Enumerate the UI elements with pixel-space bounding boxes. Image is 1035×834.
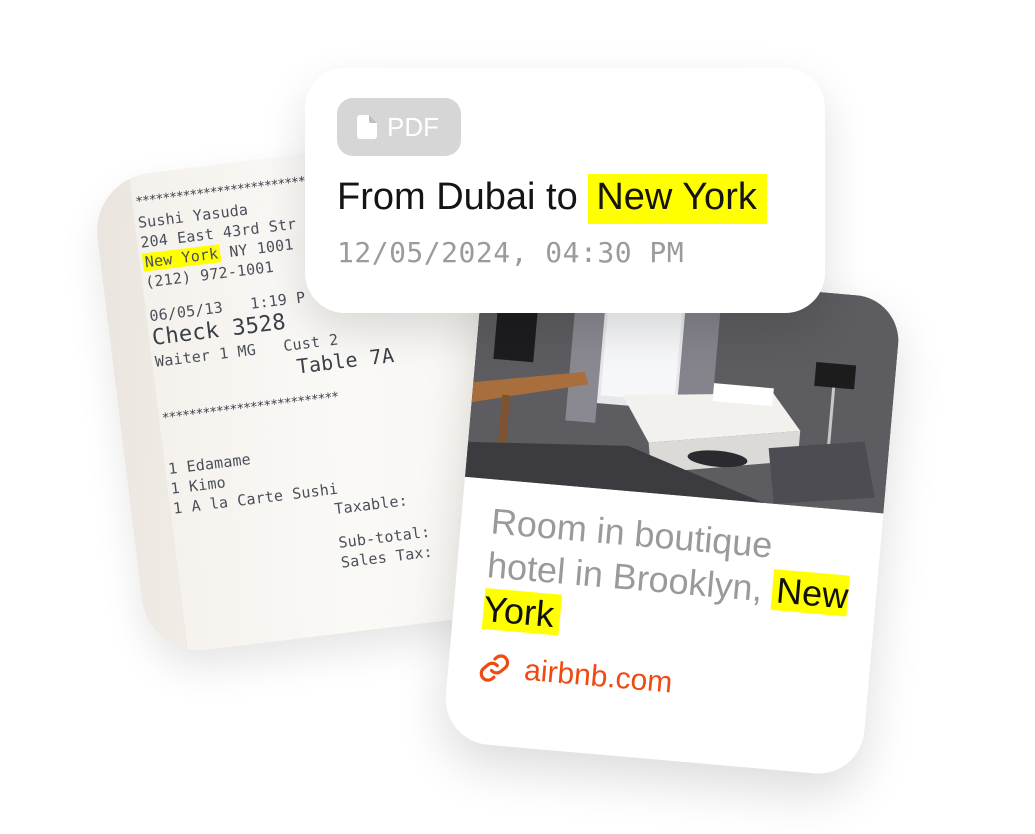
pdf-timestamp: 12/05/2024, 04:30 PM bbox=[337, 236, 685, 269]
pdf-badge-label: PDF bbox=[387, 111, 439, 142]
pdf-title-prefix: From Dubai to bbox=[337, 176, 589, 218]
pdf-title: From Dubai to New York bbox=[337, 174, 767, 224]
hotel-card[interactable]: Room in boutique hotel in Brooklyn, New … bbox=[441, 262, 903, 778]
pdf-badge: PDF bbox=[337, 98, 461, 156]
link-icon bbox=[477, 651, 512, 686]
document-icon bbox=[357, 115, 377, 139]
hotel-title: Room in boutique hotel in Brooklyn, New … bbox=[481, 499, 862, 663]
hotel-link-text[interactable]: airbnb.com bbox=[523, 654, 674, 701]
pdf-title-highlight: New York bbox=[588, 174, 767, 224]
pdf-card[interactable]: PDF From Dubai to New York 12/05/2024, 0… bbox=[305, 68, 825, 313]
hotel-link[interactable]: airbnb.com bbox=[477, 650, 674, 701]
